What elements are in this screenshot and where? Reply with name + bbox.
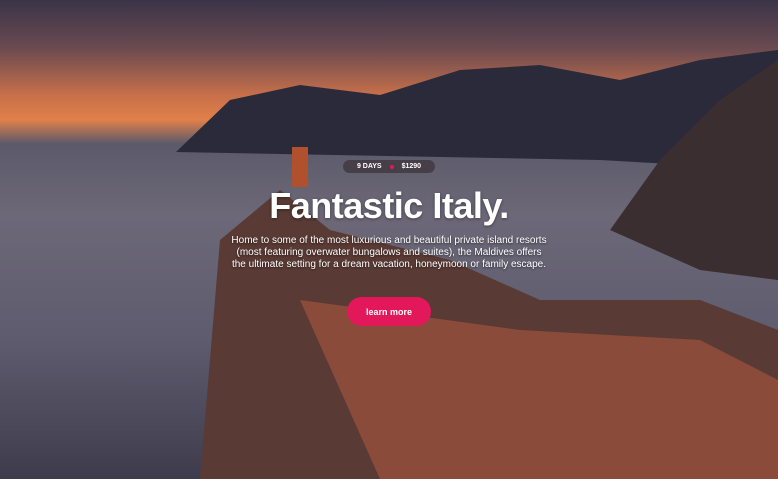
separator-dot-icon xyxy=(389,164,394,169)
duration-label: 9 DAYS xyxy=(356,163,382,170)
price-label: $1290 xyxy=(401,163,422,170)
hero-section: 9 DAYS $1290 Fantastic Italy. Home to so… xyxy=(0,0,778,479)
hero-description: Home to some of the most luxurious and b… xyxy=(231,235,547,270)
learn-more-button[interactable]: learn more xyxy=(347,297,431,326)
trip-badge: 9 DAYS $1290 xyxy=(342,160,436,173)
hero-title: Fantastic Italy. xyxy=(269,185,509,226)
